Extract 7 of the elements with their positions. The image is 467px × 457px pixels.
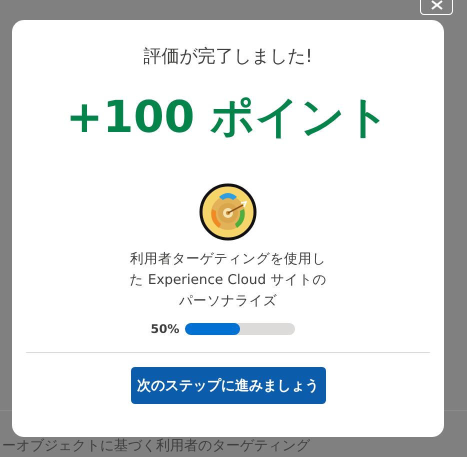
- points-text: +100 ポイント: [66, 91, 390, 145]
- modal-title: 評価が完了しました!: [143, 45, 313, 68]
- next-step-button[interactable]: 次のステップに進みましょう: [130, 367, 326, 404]
- achievement-description: 利用者ターゲティングを使用した Experience Cloud サイトのパーソナライズ: [128, 250, 328, 311]
- close-icon: [430, 0, 444, 10]
- progress-percent: 50%: [150, 322, 180, 336]
- target-badge-icon: [199, 183, 257, 241]
